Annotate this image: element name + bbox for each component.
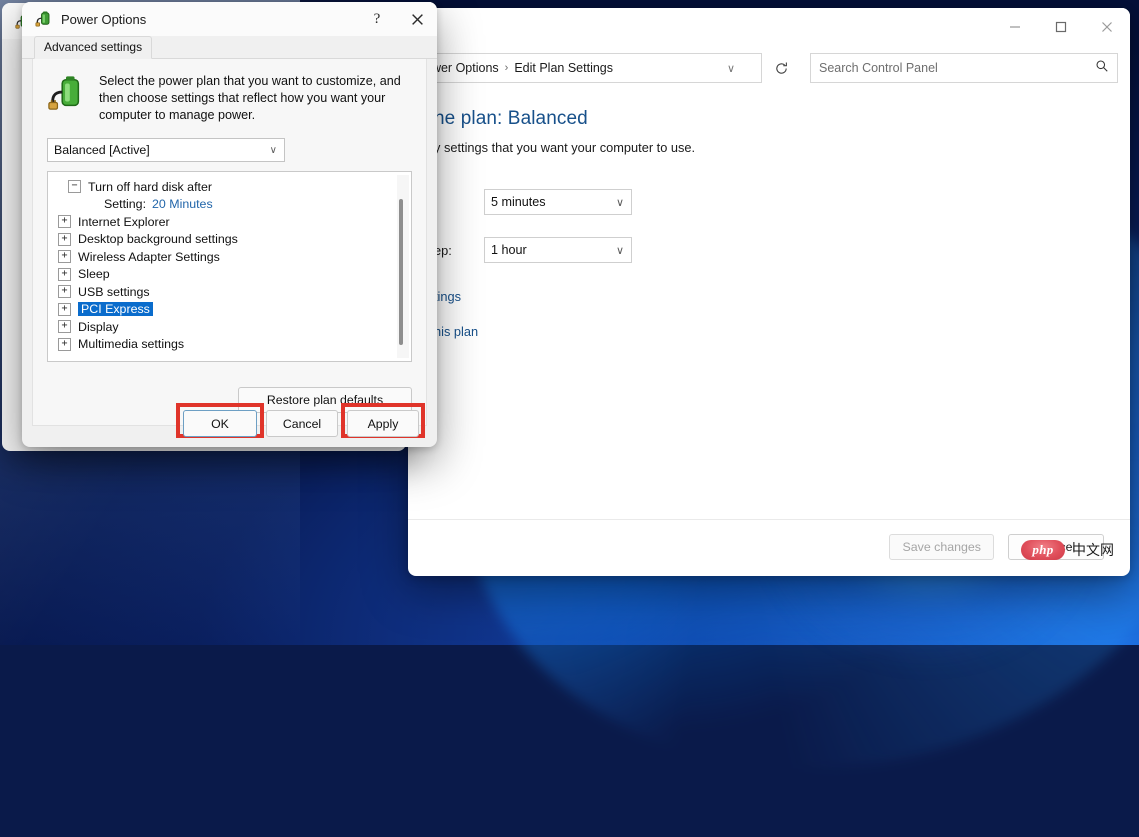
dialog-titlebar-buttons: ? — [357, 2, 437, 36]
php-logo-badge: php — [1021, 540, 1065, 560]
advanced-settings-tree[interactable]: − Turn off hard disk after Setting: 20 M… — [47, 171, 412, 362]
chevron-down-icon: ∨ — [616, 244, 624, 257]
tree-scrollbar-track[interactable] — [397, 175, 409, 358]
search-icon — [1095, 59, 1109, 78]
tab-advanced-settings[interactable]: Advanced settings — [34, 36, 152, 59]
breadcrumb-item-edit-plan-settings[interactable]: Edit Plan Settings — [514, 61, 613, 75]
expand-icon[interactable]: + — [58, 338, 71, 351]
power-plug-battery-icon — [47, 73, 85, 113]
expand-icon[interactable]: + — [58, 215, 71, 228]
tree-item-wireless-adapter-settings[interactable]: + Wireless Adapter Settings — [48, 248, 411, 266]
address-bar[interactable]: ower Options › Edit Plan Settings ∨ — [418, 53, 762, 83]
tree-item-display[interactable]: + Display — [48, 318, 411, 336]
tree-item-desktop-background-settings[interactable]: + Desktop background settings — [48, 231, 411, 249]
close-icon[interactable] — [397, 2, 437, 36]
breadcrumb-separator-icon: › — [505, 62, 509, 74]
tree-item-label-selected: PCI Express — [78, 302, 153, 316]
tree-item-internet-explorer[interactable]: + Internet Explorer — [48, 213, 411, 231]
power-plan-value: Balanced [Active] — [54, 143, 150, 157]
intro-text: Select the power plan that you want to c… — [99, 73, 412, 124]
control-panel-window: ower Options › Edit Plan Settings ∨ Sear… — [408, 8, 1130, 576]
chevron-down-icon: ∨ — [270, 145, 277, 156]
power-options-titlebar: Power Options ? — [22, 2, 437, 36]
tree-item-label: Wireless Adapter Settings — [78, 250, 220, 264]
tree-item-label: Sleep — [78, 267, 110, 281]
refresh-icon[interactable] — [766, 54, 796, 82]
save-changes-button[interactable]: Save changes — [889, 534, 994, 560]
dialog-body: Select the power plan that you want to c… — [32, 59, 427, 426]
power-plug-battery-icon — [34, 10, 52, 28]
link-change-advanced-settings[interactable]: tings — [434, 289, 1104, 304]
expand-icon[interactable]: + — [58, 250, 71, 263]
chevron-down-icon[interactable]: ∨ — [727, 62, 735, 75]
dialog-title: Power Options — [61, 12, 146, 27]
expand-icon[interactable]: + — [58, 303, 71, 316]
collapse-icon[interactable]: − — [68, 180, 81, 193]
cancel-button[interactable]: Cancel — [266, 410, 338, 437]
setting-label: Setting: — [104, 197, 146, 211]
tree-item-setting-row[interactable]: Setting: 20 Minutes — [48, 196, 411, 214]
tree-item-usb-settings[interactable]: + USB settings — [48, 283, 411, 301]
maximize-button[interactable] — [1038, 8, 1084, 46]
tree-item-multimedia-settings[interactable]: + Multimedia settings — [48, 336, 411, 354]
watermark-text: 中文网 — [1072, 540, 1114, 560]
expand-icon[interactable]: + — [58, 233, 71, 246]
tree-scrollbar-thumb[interactable] — [399, 199, 403, 345]
intro-block: Select the power plan that you want to c… — [47, 73, 412, 124]
minimize-button[interactable] — [992, 8, 1038, 46]
page-title: he plan: Balanced — [434, 108, 1104, 130]
watermark: php 中文网 — [1021, 540, 1114, 560]
tree-item-label: Internet Explorer — [78, 215, 170, 229]
tree-item-turn-off-hard-disk[interactable]: − Turn off hard disk after — [48, 178, 411, 196]
window-controls — [992, 8, 1130, 46]
power-options-dialog: Power Options ? Advanced settings Select… — [22, 2, 437, 447]
page-subtitle: y settings that you want your computer t… — [434, 140, 1104, 155]
setting-value-link[interactable]: 20 Minutes — [152, 197, 213, 211]
chevron-down-icon: ∨ — [616, 196, 624, 209]
tree-item-pci-express[interactable]: + PCI Express — [48, 301, 411, 319]
display-timeout-value: 5 minutes — [491, 195, 546, 209]
help-button[interactable]: ? — [357, 2, 397, 36]
search-input[interactable]: Search Control Panel — [810, 53, 1118, 83]
control-panel-titlebar — [408, 8, 1130, 46]
field-label-sleep: ep: — [434, 243, 484, 258]
field-row-sleep: ep: 1 hour ∨ — [434, 237, 1104, 263]
apply-button[interactable]: Apply — [347, 410, 419, 437]
content-divider — [408, 519, 1130, 520]
close-button[interactable] — [1084, 8, 1130, 46]
control-panel-content: he plan: Balanced y settings that you wa… — [408, 90, 1130, 576]
link-restore-default-settings[interactable]: his plan — [434, 324, 1104, 339]
expand-icon[interactable]: + — [58, 320, 71, 333]
expand-icon[interactable]: + — [58, 268, 71, 281]
tree-item-label: Turn off hard disk after — [88, 180, 212, 194]
tree-item-label: Multimedia settings — [78, 337, 184, 351]
tree-item-label: Display — [78, 320, 119, 334]
power-plan-dropdown[interactable]: Balanced [Active] ∨ — [47, 138, 285, 162]
tree-item-sleep[interactable]: + Sleep — [48, 266, 411, 284]
ok-button[interactable]: OK — [183, 410, 257, 437]
search-placeholder: Search Control Panel — [819, 61, 938, 75]
expand-icon[interactable]: + — [58, 285, 71, 298]
sleep-timeout-value: 1 hour — [491, 243, 527, 257]
tree-item-label: USB settings — [78, 285, 150, 299]
field-row-display: 5 minutes ∨ — [434, 189, 1104, 215]
display-timeout-dropdown[interactable]: 5 minutes ∨ — [484, 189, 632, 215]
control-panel-navbar: ower Options › Edit Plan Settings ∨ Sear… — [408, 46, 1130, 90]
sleep-timeout-dropdown[interactable]: 1 hour ∨ — [484, 237, 632, 263]
tree-item-label: Desktop background settings — [78, 232, 238, 246]
dialog-tabstrip: Advanced settings — [22, 36, 437, 59]
